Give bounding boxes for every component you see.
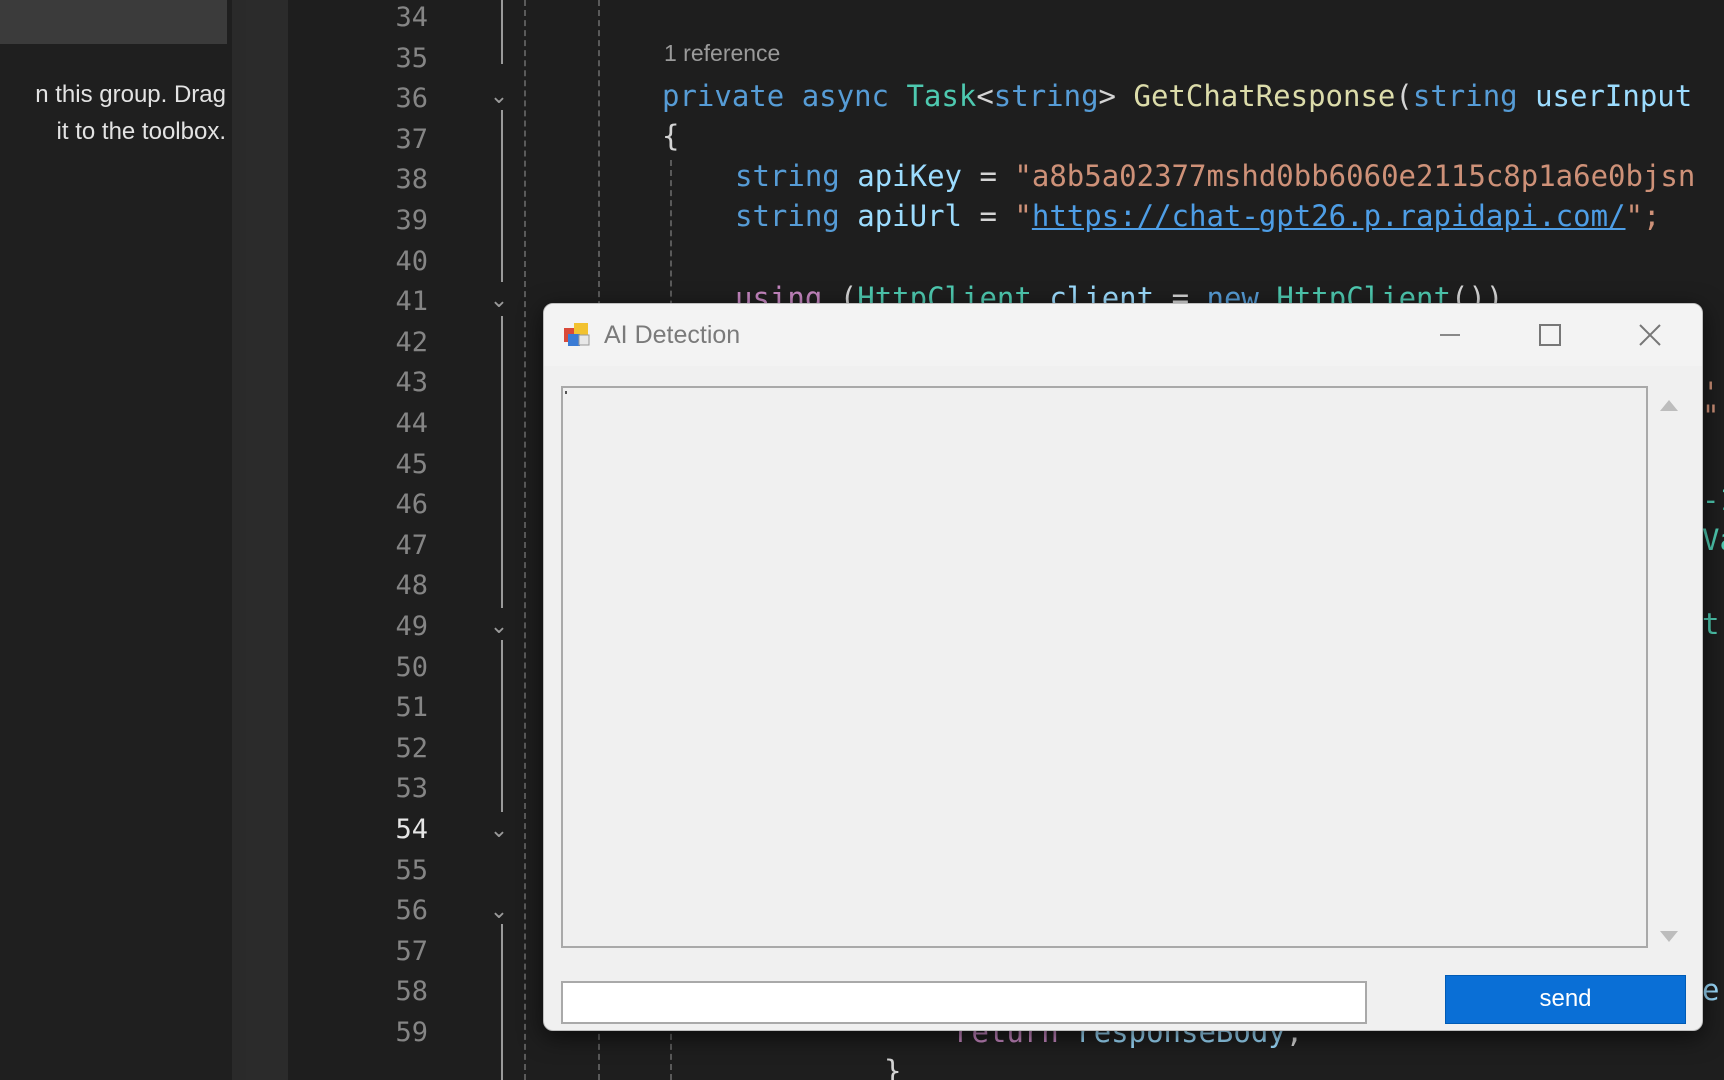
ai-detection-window[interactable]: AI Detection send: [543, 303, 1703, 1031]
outline-line: [501, 0, 503, 64]
maximize-button[interactable]: [1520, 310, 1578, 360]
code-fragment: er: [1702, 973, 1724, 1007]
fold-chevron-icon[interactable]: ⌄: [488, 76, 510, 116]
title-bar[interactable]: AI Detection: [544, 304, 1702, 366]
line-number: 36: [395, 83, 428, 115]
close-button[interactable]: [1621, 310, 1679, 360]
message-input[interactable]: [561, 981, 1367, 1024]
codelens-reference[interactable]: 1 reference: [664, 40, 780, 67]
line-number: 54: [395, 814, 428, 845]
code-line-59[interactable]: }: [884, 1051, 901, 1080]
code-line-36[interactable]: {: [662, 116, 679, 156]
outline-line: [501, 640, 503, 812]
code-line-37[interactable]: string apiKey = "a8b5a02377mshd0bb6060e2…: [735, 156, 1695, 196]
line-number: 42: [395, 326, 428, 358]
line-number: 51: [395, 692, 428, 724]
line-number: 38: [395, 164, 428, 196]
line-number: 47: [395, 529, 428, 561]
toolbox-message-line-1: n this group. Drag: [35, 81, 226, 108]
scroll-down-icon[interactable]: [1660, 931, 1678, 942]
line-number: 50: [395, 651, 428, 683]
send-button[interactable]: send: [1445, 975, 1686, 1024]
window-title: AI Detection: [604, 321, 741, 349]
line-number: 49: [395, 611, 428, 642]
fold-chevron-icon[interactable]: ⌄: [488, 810, 510, 850]
line-number: 46: [395, 489, 428, 521]
minimize-button[interactable]: [1421, 310, 1479, 360]
line-number: 44: [395, 408, 428, 439]
outline-line: [501, 924, 503, 1080]
code-fragment: ": [1702, 399, 1720, 433]
fold-chevron-icon[interactable]: ⌄: [488, 891, 510, 931]
line-number: 41: [395, 286, 428, 318]
toolbox-header[interactable]: [0, 0, 227, 44]
code-fragment: -1: [1702, 483, 1724, 517]
code-line-38[interactable]: string apiUrl = "https://chat-gpt26.p.ra…: [735, 196, 1660, 236]
outline-line: [501, 110, 503, 282]
editor-margin: [246, 0, 288, 1080]
code-fragment: Va: [1702, 523, 1724, 557]
line-number: 45: [395, 448, 428, 480]
toolbox-panel: n this group. Drag it to the toolbox.: [0, 0, 232, 1080]
line-number: 40: [395, 245, 428, 277]
toolbox-empty-message: n this group. Drag it to the toolbox.: [0, 76, 226, 150]
close-icon: [1639, 324, 1661, 346]
code-line-35[interactable]: private async Task<string> GetChatRespon…: [662, 76, 1692, 116]
line-number: 55: [395, 854, 428, 886]
line-number: 59: [395, 1017, 428, 1048]
line-number-gutter: 34 35 36 37 38 39 40 41 42 43 44 45 46 47 48 49 50 51 52 53…: [288, 0, 428, 1080]
line-number: 39: [395, 205, 428, 236]
line-number: 57: [395, 935, 428, 967]
indent-guide: [524, 0, 526, 1080]
line-number: 52: [395, 732, 428, 764]
code-fragment: t: [1702, 607, 1720, 641]
toolbox-message-line-2: it to the toolbox.: [56, 118, 226, 145]
minimize-icon: [1440, 334, 1460, 336]
scroll-up-icon[interactable]: [1660, 400, 1678, 411]
line-number: 48: [395, 570, 428, 602]
app-icon: [564, 323, 590, 346]
fold-chevron-icon[interactable]: ⌄: [488, 606, 510, 646]
line-number: 43: [395, 367, 428, 399]
panel-splitter[interactable]: [232, 0, 246, 1080]
line-number: 53: [395, 773, 428, 805]
line-number: 58: [395, 976, 428, 1008]
line-number: 37: [395, 123, 428, 155]
api-url-link: https://chat-gpt26.p.rapidapi.com/: [1031, 199, 1626, 233]
maximize-icon: [1539, 324, 1561, 346]
response-output-box[interactable]: [561, 386, 1648, 948]
line-number: 34: [395, 2, 428, 33]
fold-chevron-icon[interactable]: ⌄: [488, 280, 510, 320]
outline-line: [501, 316, 503, 608]
line-number: 56: [395, 895, 428, 927]
text-caret: [565, 391, 567, 394]
line-number: 35: [395, 42, 428, 74]
